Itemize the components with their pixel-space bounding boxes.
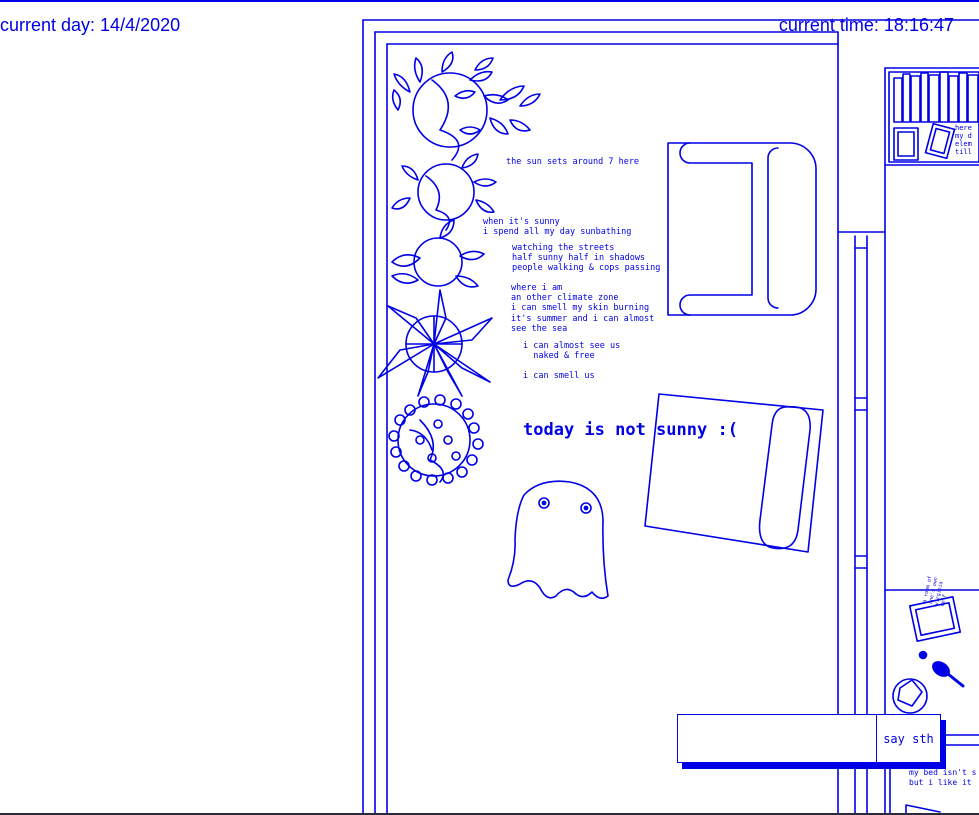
poem-block-climate: where i am an other climate zone i can s… — [511, 283, 655, 334]
armchair-drawing — [667, 142, 817, 316]
bed-note: my bed isn't s but i like it — [909, 768, 977, 787]
room-floor-plan — [362, 19, 979, 815]
poem-block-sunny: when it's sunny i spend all my day sunba… — [483, 217, 632, 238]
chat-input[interactable] — [678, 715, 876, 762]
current-time-label: current time: 18:16:47 — [778, 15, 954, 35]
chat-form: say sth — [677, 714, 941, 763]
say-sth-button[interactable]: say sth — [876, 715, 940, 762]
poem-line-sun-sets: the sun sets around 7 here — [506, 157, 640, 167]
poem-block-smell-us: i can smell us — [523, 371, 595, 381]
ottoman-drawing — [644, 393, 824, 553]
poem-block-streets: watching the streets half sunny half in … — [512, 243, 661, 274]
poem-block-see-us: i can almost see us naked & free — [523, 341, 621, 362]
weather-status-text: today is not sunny :( — [523, 420, 738, 440]
shelf-note: here my d elem till — [955, 124, 972, 156]
ghost-drawing — [507, 480, 609, 600]
desk-items-drawing — [892, 596, 965, 714]
